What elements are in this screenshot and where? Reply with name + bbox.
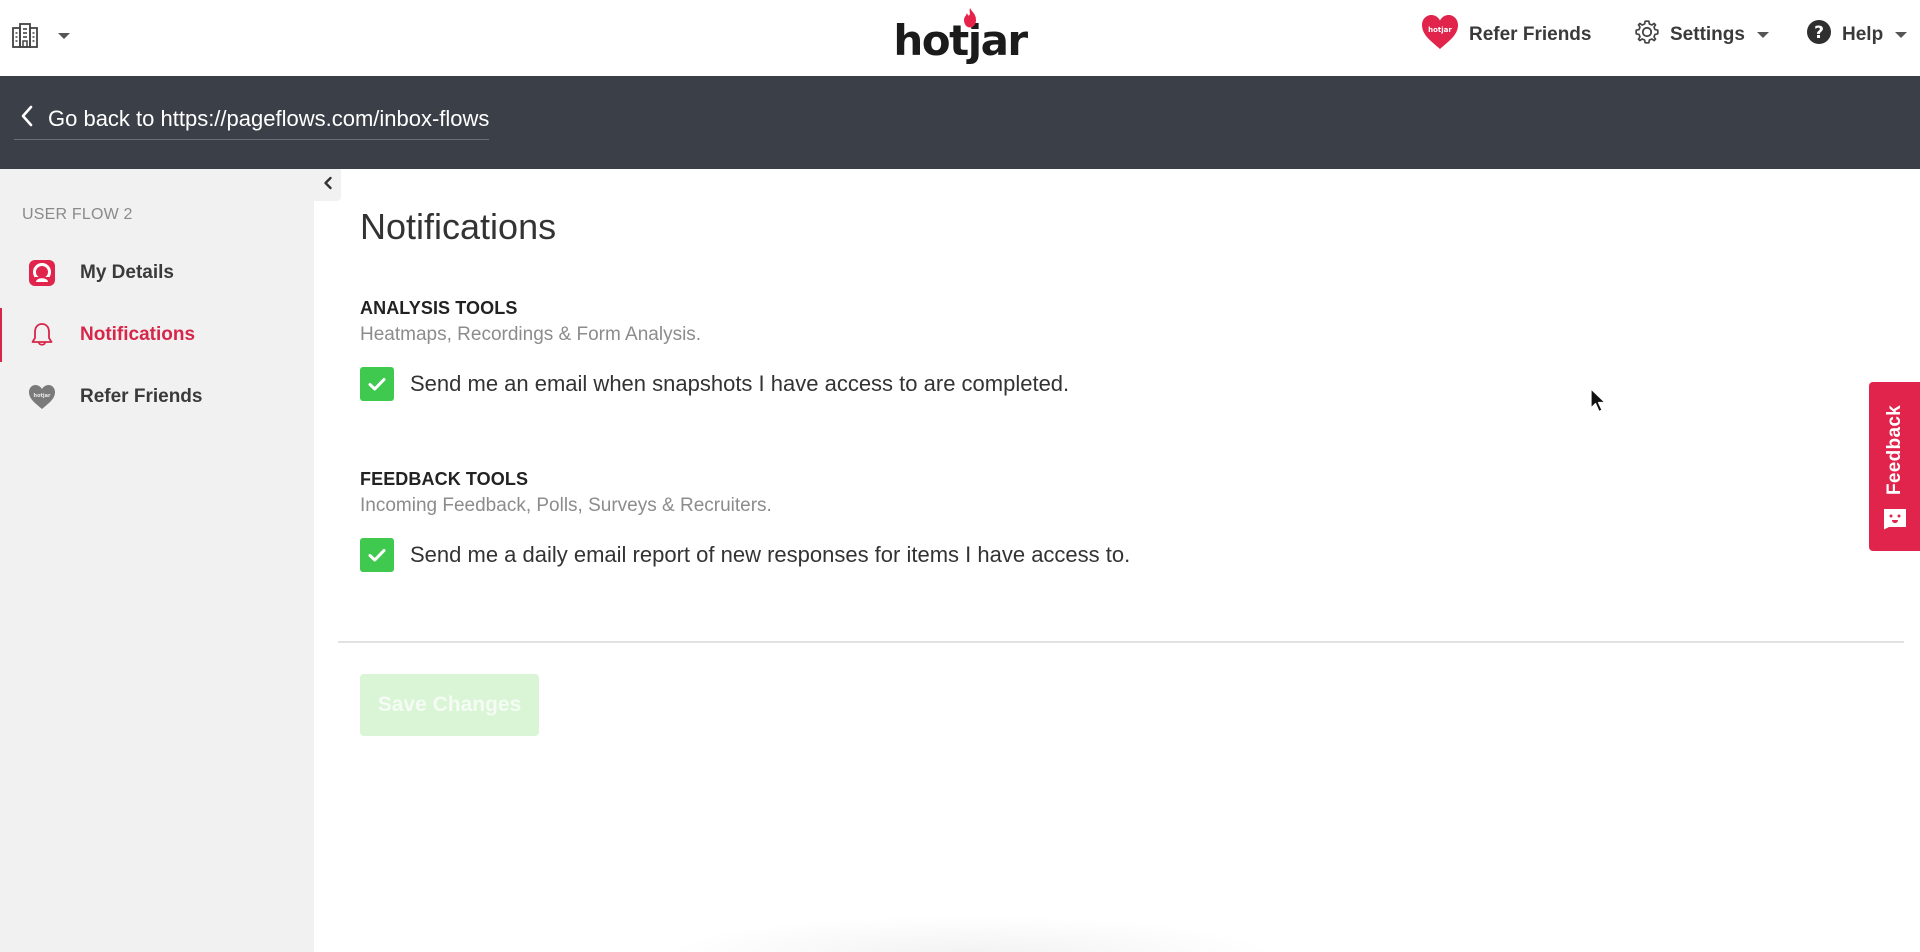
bottom-shadow xyxy=(660,915,1280,952)
bell-icon xyxy=(28,321,56,349)
user-icon xyxy=(28,259,56,287)
chevron-left-icon xyxy=(323,176,333,195)
feedback-tools-title: FEEDBACK TOOLS xyxy=(360,469,529,489)
mouse-cursor-icon xyxy=(1590,388,1608,419)
back-bar: Go back to https://pageflows.com/inbox-f… xyxy=(0,76,1920,169)
svg-text:hotjar: hotjar xyxy=(34,393,51,399)
save-changes-button[interactable]: Save Changes xyxy=(360,674,539,736)
refer-friends-link[interactable]: hotjar Refer Friends xyxy=(1421,14,1592,56)
settings-label: Settings xyxy=(1670,24,1745,45)
checkmark-icon xyxy=(368,549,386,562)
go-back-link[interactable]: Go back to https://pageflows.com/inbox-f… xyxy=(14,104,490,140)
sidebar-item-notifications[interactable]: Notifications xyxy=(0,308,314,362)
feedback-tab[interactable]: Feedback xyxy=(1869,382,1920,551)
snapshots-email-option[interactable]: Send me an email when snapshots I have a… xyxy=(360,367,1069,401)
chevron-down-icon xyxy=(1756,32,1769,38)
logo-text: hotjar xyxy=(893,16,1028,65)
refer-friends-label: Refer Friends xyxy=(1469,24,1592,45)
svg-text:?: ? xyxy=(1814,23,1824,43)
help-menu[interactable]: ? Help xyxy=(1806,16,1908,54)
top-navbar: hotjar hotjar Refer Friends Settings ? H… xyxy=(0,0,1920,76)
analysis-tools-title: ANALYSIS TOOLS xyxy=(360,298,518,318)
feedback-label: Feedback xyxy=(1884,404,1905,496)
hotjar-logo[interactable]: hotjar xyxy=(893,8,1028,66)
feedback-tools-subtitle: Incoming Feedback, Polls, Surveys & Recr… xyxy=(360,495,772,516)
daily-report-checkbox[interactable] xyxy=(360,538,394,572)
snapshots-email-checkbox[interactable] xyxy=(360,367,394,401)
flame-icon xyxy=(963,8,977,33)
checkmark-icon xyxy=(368,378,386,391)
svg-text:hotjar: hotjar xyxy=(1428,26,1452,34)
sidebar-item-label: Refer Friends xyxy=(80,386,203,407)
chevron-down-icon xyxy=(1895,32,1908,38)
chevron-down-icon xyxy=(58,33,70,39)
chevron-left-icon xyxy=(20,105,34,133)
analysis-tools-subtitle: Heatmaps, Recordings & Form Analysis. xyxy=(360,324,702,345)
building-icon xyxy=(12,23,38,49)
go-back-label: Go back to https://pageflows.com/inbox-f… xyxy=(48,105,490,131)
organization-switcher[interactable] xyxy=(12,20,70,52)
page-title: Notifications xyxy=(360,206,557,247)
help-circle-icon: ? xyxy=(1806,19,1832,51)
sidebar-item-label: Notifications xyxy=(80,324,196,345)
daily-report-option[interactable]: Send me a daily email report of new resp… xyxy=(360,538,1130,572)
smiley-chat-icon xyxy=(1883,508,1907,535)
sidebar-item-my-details[interactable]: My Details xyxy=(0,246,314,300)
heart-icon: hotjar xyxy=(28,383,56,411)
help-label: Help xyxy=(1842,24,1884,45)
sidebar-item-refer-friends[interactable]: hotjar Refer Friends xyxy=(0,370,314,424)
daily-report-label: Send me a daily email report of new resp… xyxy=(410,542,1131,567)
gear-icon xyxy=(1634,19,1660,51)
sidebar-item-label: My Details xyxy=(80,262,174,283)
settings-menu[interactable]: Settings xyxy=(1634,16,1769,54)
divider xyxy=(338,641,1904,643)
sidebar-heading: USER FLOW 2 xyxy=(22,206,133,223)
collapse-sidebar-button[interactable] xyxy=(314,169,341,201)
hotjar-heart-icon: hotjar xyxy=(1421,14,1459,56)
snapshots-email-label: Send me an email when snapshots I have a… xyxy=(410,371,1070,396)
